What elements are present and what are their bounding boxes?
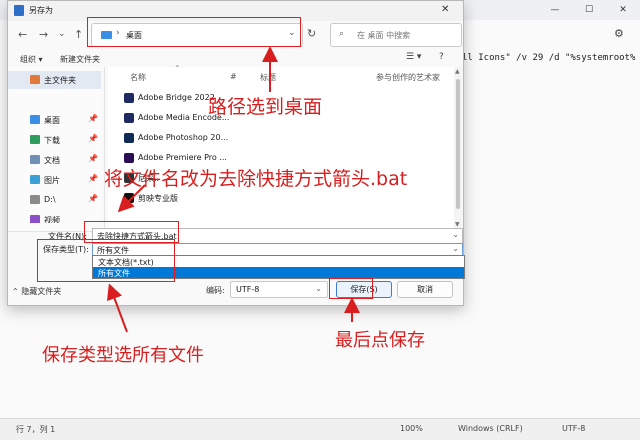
highlight-save-button [329, 278, 373, 299]
forward-arrow-icon[interactable]: → [39, 28, 48, 41]
chevron-down-icon[interactable]: ⌄ [452, 244, 459, 253]
search-input[interactable]: ⌕ 在 桌面 中搜索 [330, 23, 462, 47]
search-icon: ⌕ [339, 29, 345, 39]
video-icon [30, 215, 40, 223]
file-name: 剪映专业版 [138, 194, 178, 203]
nav-item-desktop[interactable]: 桌面 📌 [8, 111, 101, 129]
back-arrow-icon[interactable]: ← [18, 28, 27, 41]
pin-icon: 📌 [88, 194, 98, 203]
nav-item-label: 文档 [44, 156, 60, 165]
vertical-scrollbar[interactable]: ▲ ▼ [454, 67, 462, 231]
view-options-icon[interactable]: ☰ ▾ [406, 52, 421, 62]
sort-chevron-icon: ⌃ [174, 64, 181, 73]
nav-item-label: 视频 [44, 216, 60, 223]
dialog-title: 另存为 [29, 6, 53, 15]
chevron-down-icon[interactable]: ⌄ [452, 230, 459, 239]
scroll-down-icon[interactable]: ▼ [455, 221, 460, 228]
list-item[interactable]: Adobe Photoshop 20... [122, 129, 228, 147]
column-number[interactable]: # [230, 72, 237, 81]
pin-icon: 📌 [88, 154, 98, 163]
list-item[interactable]: 剪映专业版 [122, 189, 222, 207]
premiere-app-icon [124, 153, 134, 163]
search-placeholder: 在 桌面 中搜索 [357, 31, 411, 40]
nav-item-label: 主文件夹 [44, 76, 76, 85]
nav-item-label: 桌面 [44, 116, 60, 125]
encoding-select[interactable]: UTF-8 ⌄ [230, 281, 328, 298]
chevron-down-icon[interactable]: ⌄ [58, 29, 66, 39]
file-name: Adobe Photoshop 20... [138, 133, 229, 142]
home-icon [30, 75, 40, 84]
nav-item-label: D:\ [44, 195, 56, 204]
nav-item-label: 下载 [44, 136, 60, 145]
annotation-save: 最后点保存 [335, 330, 425, 351]
chevron-down-icon: ⌄ [315, 284, 322, 293]
close-icon[interactable]: ✕ [441, 4, 449, 15]
annotation-path: 路径选到桌面 [208, 96, 323, 118]
pane-divider[interactable] [104, 67, 105, 231]
column-artist[interactable]: 参与创作的艺术家 [376, 72, 440, 83]
status-encoding: UTF-8 [562, 424, 586, 433]
nav-item-documents[interactable]: 文档 📌 [8, 151, 101, 169]
close-icon[interactable]: ✕ [606, 0, 640, 20]
list-item[interactable]: Adobe Bridge 2022 [122, 89, 222, 107]
nav-item-downloads[interactable]: 下载 📌 [8, 131, 101, 149]
status-position: 行 7，列 1 [16, 425, 56, 434]
list-item[interactable]: Adobe Media Encode... [122, 109, 229, 127]
nav-item-label: 图片 [44, 176, 60, 185]
document-icon [30, 155, 40, 164]
pin-icon: 📌 [88, 134, 98, 143]
encoding-label: 编码: [206, 286, 225, 295]
photoshop-app-icon [124, 133, 134, 143]
column-title[interactable]: 标题 [260, 72, 276, 83]
file-name: Adobe Bridge 2022 [138, 93, 215, 102]
annotation-rename: 将文件名改为去除快捷方式箭头.bat [104, 168, 408, 190]
organize-button[interactable]: 组织 ▾ [20, 54, 43, 65]
jianying-app-icon [124, 193, 134, 203]
editor-text[interactable]: ll Icons" /v 29 /d "%systemroot% [462, 53, 635, 63]
media-encoder-app-icon [124, 113, 134, 123]
hide-folders-toggle[interactable]: ⌃ 隐藏文件夹 [12, 286, 61, 297]
highlight-filetype [37, 239, 175, 282]
help-icon[interactable]: ? [439, 52, 444, 62]
picture-icon [30, 175, 40, 184]
nav-item-drive-d[interactable]: D:\ 📌 [8, 191, 101, 209]
window-controls: — ☐ ✕ [538, 0, 640, 20]
status-eol: Windows (CRLF) [458, 424, 523, 433]
file-name: Adobe Premiere Pro ... [138, 153, 227, 162]
status-zoom: 100% [400, 424, 423, 433]
pin-icon: 📌 [88, 114, 98, 123]
minimize-icon[interactable]: — [538, 0, 572, 20]
up-arrow-icon[interactable]: ↑ [74, 28, 83, 41]
nav-item-pictures[interactable]: 图片 📌 [8, 171, 101, 189]
cancel-button[interactable]: 取消 [397, 281, 453, 298]
desktop-icon [30, 115, 40, 124]
hide-folders-label: 隐藏文件夹 [21, 287, 62, 296]
maximize-icon[interactable]: ☐ [572, 0, 606, 20]
nav-item-home[interactable]: 主文件夹 [8, 71, 101, 89]
refresh-icon[interactable]: ↻ [307, 27, 316, 40]
encoding-value: UTF-8 [236, 285, 260, 294]
scroll-thumb[interactable] [456, 79, 460, 209]
drive-icon [30, 195, 40, 204]
new-folder-button[interactable]: 新建文件夹 [60, 54, 100, 65]
column-name[interactable]: 名称 [130, 72, 146, 83]
status-bar: 行 7，列 1 100% Windows (CRLF) UTF-8 [0, 418, 640, 440]
highlight-address-bar [87, 17, 301, 47]
gear-icon[interactable]: ⚙ [614, 27, 624, 40]
annotation-filetype: 保存类型选所有文件 [42, 345, 204, 366]
bridge-app-icon [124, 93, 134, 103]
notepad-icon [14, 5, 24, 16]
download-icon [30, 135, 40, 144]
pin-icon: 📌 [88, 174, 98, 183]
scroll-up-icon[interactable]: ▲ [455, 68, 460, 75]
